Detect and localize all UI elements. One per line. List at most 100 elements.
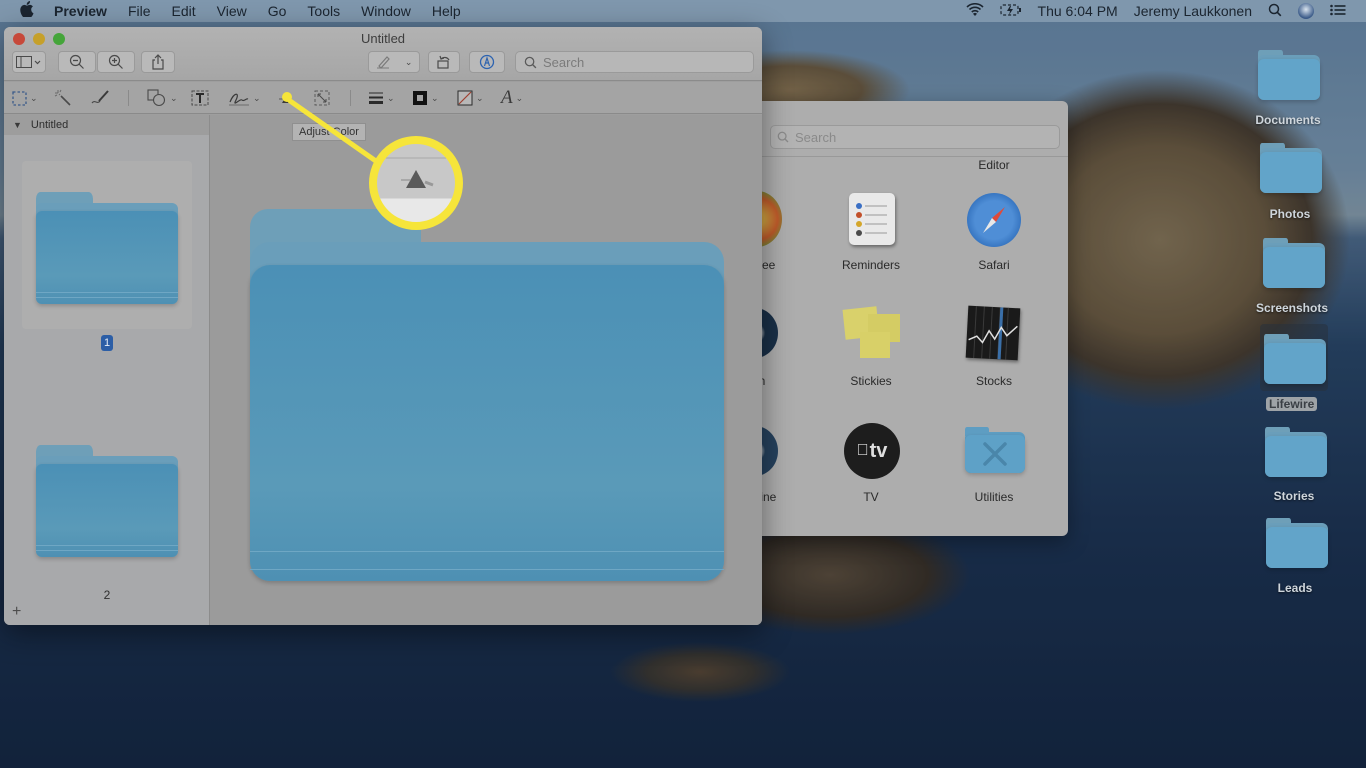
folder-icon — [1265, 427, 1327, 477]
app-label: TV — [816, 490, 926, 504]
text-style-tool[interactable]: A ⌄ — [501, 88, 523, 108]
chevron-down-icon: ⌄ — [476, 93, 484, 104]
share-button[interactable] — [141, 51, 175, 73]
rotate-button[interactable] — [428, 51, 460, 73]
zoom-in-icon — [108, 54, 124, 70]
folder-icon — [1266, 518, 1328, 568]
zoom-out-button[interactable] — [58, 51, 96, 73]
chevron-down-icon: ⌄ — [30, 93, 38, 104]
search-placeholder: Search — [543, 55, 584, 70]
toolbar-separator — [350, 90, 351, 106]
applications-window: Search Editor apee Reminders Safari n St… — [762, 101, 1068, 536]
tv-glyph: tv — [870, 440, 888, 463]
menu-tools[interactable]: Tools — [307, 3, 340, 19]
desktop-folder-label: Screenshots — [1242, 301, 1342, 315]
menu-window[interactable]: Window — [361, 3, 411, 19]
siri-icon[interactable] — [1298, 3, 1314, 19]
shapes-icon — [147, 89, 167, 107]
apps-search-field[interactable]: Search — [770, 125, 1060, 149]
menu-edit[interactable]: Edit — [172, 3, 196, 19]
divider — [762, 156, 1068, 157]
sign-tool[interactable]: ⌄ — [228, 88, 261, 108]
search-field[interactable]: Search — [515, 51, 754, 73]
rotate-icon — [436, 54, 452, 70]
safari-icon — [967, 193, 1021, 247]
magic-wand-icon — [54, 89, 72, 107]
text-box-icon — [191, 90, 209, 106]
preview-window: Untitled ⌄ Search ⌄ — [4, 27, 762, 625]
share-icon — [151, 54, 165, 70]
menu-help[interactable]: Help — [432, 3, 461, 19]
chevron-down-icon: ⌄ — [170, 93, 178, 104]
chevron-down-icon: ⌄ — [253, 93, 261, 104]
apps-search-placeholder: Search — [795, 130, 836, 145]
sidebar-document-header[interactable]: ▼ Untitled — [4, 115, 209, 135]
toolbar-separator — [128, 90, 129, 106]
desktop-folder-label: Documents — [1238, 113, 1338, 127]
add-page-button[interactable]: + — [12, 603, 21, 621]
sidebar-icon — [16, 56, 42, 68]
folder-icon — [1264, 334, 1326, 384]
search-icon — [524, 56, 537, 69]
notification-center-icon[interactable] — [1330, 3, 1346, 19]
window-title: Untitled — [4, 31, 762, 46]
disclosure-triangle-icon[interactable]: ▼ — [13, 120, 22, 130]
menu-view[interactable]: View — [217, 3, 247, 19]
callout-dot — [282, 92, 292, 102]
selection-icon — [12, 91, 27, 106]
menu-app-name[interactable]: Preview — [54, 3, 107, 19]
desktop-folder-label: Photos — [1240, 207, 1340, 221]
chevron-down-icon: ⌄ — [431, 93, 439, 104]
page-number-badge: 1 — [101, 335, 113, 351]
shape-style-tool[interactable]: ⌄ — [368, 88, 395, 108]
app-label: Utilities — [939, 490, 1049, 504]
app-label: Reminders — [816, 258, 926, 272]
sidebar-toggle-button[interactable] — [12, 51, 46, 73]
desktop-folder-label: Leads — [1245, 581, 1345, 595]
battery-charging-icon[interactable] — [1000, 3, 1022, 19]
app-label: Stickies — [816, 374, 926, 388]
sidebar-document-name: Untitled — [31, 119, 68, 131]
highlight-pen-icon — [376, 55, 392, 69]
chevron-down-icon: ⌄ — [387, 93, 395, 104]
sketch-icon — [90, 89, 110, 107]
border-color-tool[interactable]: ⌄ — [412, 88, 439, 108]
wifi-icon[interactable] — [966, 3, 984, 20]
apple-logo-icon[interactable] — [20, 1, 36, 21]
text-tool[interactable] — [191, 88, 209, 108]
fill-color-tool[interactable]: ⌄ — [457, 88, 484, 108]
stickies-icon — [844, 306, 902, 361]
chevron-down-icon: ⌄ — [516, 93, 524, 104]
reminders-icon — [849, 193, 895, 245]
markup-toolbar: ⌄ ⌄ ⌄ ⌄ ⌄ — [4, 82, 762, 114]
menu-go[interactable]: Go — [268, 3, 287, 19]
instant-alpha-tool[interactable] — [54, 88, 72, 108]
app-label: Safari — [939, 258, 1049, 272]
shapes-tool[interactable]: ⌄ — [147, 88, 178, 108]
text-style-icon: A — [501, 87, 513, 109]
desktop-folder-label: Stories — [1244, 489, 1344, 503]
highlight-button[interactable]: ⌄ — [368, 51, 420, 73]
zoom-in-button[interactable] — [97, 51, 135, 73]
markup-button[interactable] — [469, 51, 505, 73]
folder-icon — [1258, 50, 1320, 100]
clock[interactable]: Thu 6:04 PM — [1038, 3, 1118, 19]
page-number: 2 — [101, 588, 113, 602]
rectangular-selection-tool[interactable]: ⌄ — [12, 88, 38, 108]
search-icon[interactable] — [1268, 3, 1282, 20]
folder-thumbnail — [36, 192, 178, 304]
user-name[interactable]: Jeremy Laukkonen — [1134, 3, 1252, 19]
chevron-down-icon: ⌄ — [405, 57, 413, 68]
menu-file[interactable]: File — [128, 3, 151, 19]
adjust-size-tool[interactable] — [314, 88, 330, 108]
sketch-tool[interactable] — [90, 88, 110, 108]
folder-icon — [1263, 238, 1325, 288]
apple-logo-icon:  — [857, 442, 869, 460]
resize-icon — [314, 90, 330, 106]
folder-icon — [1260, 143, 1322, 193]
line-style-icon — [368, 91, 384, 105]
menu-bar: Preview File Edit View Go Tools Window H… — [0, 0, 1366, 22]
folder-image — [250, 209, 724, 581]
app-label: Stocks — [939, 374, 1049, 388]
document-canvas[interactable] — [210, 115, 762, 625]
